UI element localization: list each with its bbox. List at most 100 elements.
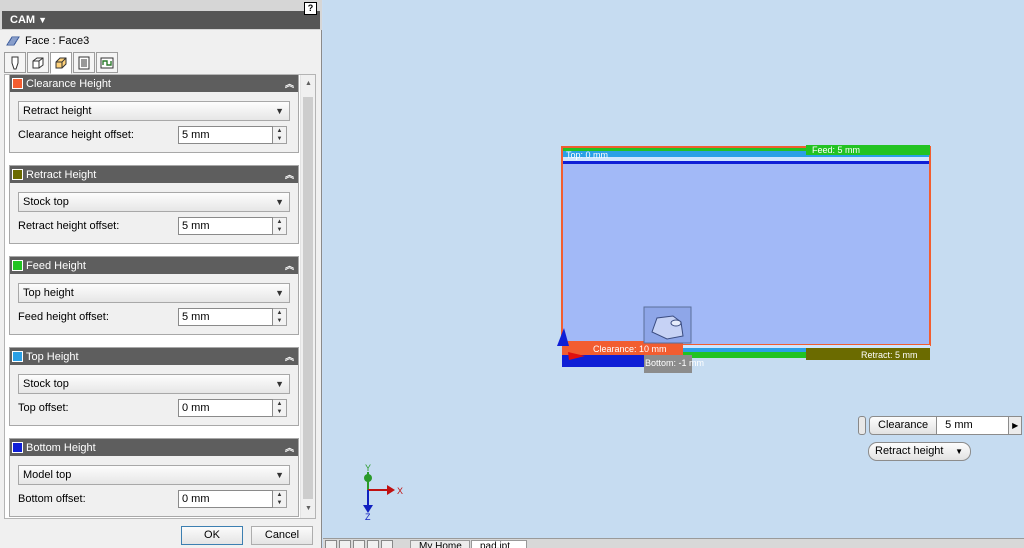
- top-offset-row: Top offset: 0 mm ▲ ▼: [18, 399, 290, 417]
- clearance-offset-row: Clearance height offset: 5 mm ▲ ▼: [18, 126, 290, 144]
- hud-value-input[interactable]: 5 mm: [937, 416, 1010, 435]
- y-axis-handle: [364, 474, 372, 482]
- spinner[interactable]: ▲ ▼: [273, 217, 287, 235]
- geometry-tab[interactable]: [27, 52, 49, 73]
- chevron-down-icon: ▼: [275, 470, 284, 480]
- document-tab-bar: My Home pad.ipt: [323, 538, 1024, 548]
- scroll-thumb[interactable]: [303, 97, 313, 499]
- section-top-height: Top Height ︽ Stock top ▼ Top offset: 0 mm…: [9, 347, 299, 426]
- hud-dropdown-value: Retract height: [875, 445, 944, 457]
- top-offset-input[interactable]: 0 mm: [178, 399, 273, 417]
- retract-offset-input[interactable]: 5 mm: [178, 217, 273, 235]
- bottom-height-label: Bottom: -1 mm: [645, 358, 704, 368]
- feed-color-swatch: [12, 260, 23, 271]
- y-axis-label: Y: [365, 463, 371, 473]
- hud-label[interactable]: Clearance: [869, 416, 938, 435]
- field-label: Retract height offset:: [18, 220, 120, 232]
- section-header[interactable]: Bottom Height ︽: [10, 439, 298, 456]
- section-title: Retract Height: [26, 168, 97, 181]
- clearance-color-swatch: [12, 78, 23, 89]
- help-icon[interactable]: ?: [304, 2, 317, 15]
- bottom-from-select[interactable]: Model top ▼: [18, 465, 290, 485]
- scroll-up-icon[interactable]: ▲: [301, 77, 315, 91]
- select-value: Stock top: [23, 196, 69, 208]
- top-from-select[interactable]: Stock top ▼: [18, 374, 290, 394]
- spinner[interactable]: ▲ ▼: [273, 308, 287, 326]
- select-value: Model top: [23, 469, 72, 481]
- face-label: Face : Face3: [25, 35, 90, 47]
- tab-my-home[interactable]: My Home: [410, 540, 470, 548]
- horizontal-view-icon[interactable]: [353, 540, 365, 548]
- field-label: Bottom offset:: [18, 493, 86, 505]
- section-feed-height: Feed Height ︽ Top height ▼ Feed height of…: [9, 256, 299, 335]
- retract-height-label: Retract: 5 mm: [861, 350, 918, 360]
- field-label: Clearance height offset:: [18, 129, 134, 141]
- bottom-height-edge: [562, 161, 930, 164]
- tool-icon: [11, 56, 19, 69]
- section-title: Clearance Height: [26, 77, 111, 90]
- part-hole: [670, 319, 682, 327]
- play-icon[interactable]: ▶: [1009, 416, 1023, 435]
- passes-icon: [78, 56, 90, 69]
- collapse-icon[interactable]: ︽: [285, 350, 294, 363]
- retract-from-select[interactable]: Stock top ▼: [18, 192, 290, 212]
- spinner[interactable]: ▲ ▼: [273, 490, 287, 508]
- heights-tab[interactable]: [50, 52, 72, 74]
- section-header[interactable]: Retract Height ︽: [10, 166, 298, 183]
- tab-pad-ipt[interactable]: pad.ipt: [471, 540, 527, 548]
- cascade-view-icon[interactable]: [339, 540, 351, 548]
- spinner[interactable]: ▲ ▼: [273, 126, 287, 144]
- collapse-icon[interactable]: ︽: [285, 441, 294, 454]
- select-value: Stock top: [23, 378, 69, 390]
- clearance-hud: Clearance 5 mm ▶: [858, 416, 1023, 435]
- section-header[interactable]: Top Height ︽: [10, 348, 298, 365]
- face-icon: [6, 36, 20, 46]
- cancel-button[interactable]: Cancel: [251, 526, 313, 545]
- z-axis-label: Z: [365, 512, 371, 522]
- panel-scrollbar[interactable]: ▲ ▼: [300, 75, 315, 518]
- collapse-icon[interactable]: ︽: [285, 77, 294, 90]
- clearance-from-select[interactable]: Retract height ▼: [18, 101, 290, 121]
- hud-reference-dropdown[interactable]: Retract height ▼: [868, 442, 971, 461]
- section-title: Bottom Height: [26, 441, 96, 454]
- scroll-down-icon[interactable]: ▼: [301, 502, 315, 516]
- feed-from-select[interactable]: Top height ▼: [18, 283, 290, 303]
- collapse-icon[interactable]: ︽: [285, 259, 294, 272]
- top-band-highlight: [562, 157, 930, 161]
- chevron-down-icon: ▼: [275, 379, 284, 389]
- chevron-down-icon: ▼: [955, 447, 963, 456]
- heights-icon: [55, 57, 67, 69]
- up-arrow-icon[interactable]: [381, 540, 393, 548]
- section-header[interactable]: Feed Height ︽: [10, 257, 298, 274]
- ok-button[interactable]: OK: [181, 526, 243, 545]
- cam-panel: CAM ▼ ? Face : Face3 ▲ ▼ Clearance Heigh…: [0, 0, 322, 548]
- panel-tabs: [4, 52, 118, 74]
- top-height-label: Top: 0 mm: [566, 150, 608, 160]
- tile-view-icon[interactable]: [325, 540, 337, 548]
- linking-tab[interactable]: [96, 52, 118, 73]
- collapse-icon[interactable]: ︽: [285, 168, 294, 181]
- section-header[interactable]: Clearance Height ︽: [10, 75, 298, 92]
- x-axis-label: X: [397, 486, 403, 496]
- bottom-color-swatch: [12, 442, 23, 453]
- spinner[interactable]: ▲ ▼: [273, 399, 287, 417]
- select-value: Retract height: [23, 105, 92, 117]
- clearance-offset-input[interactable]: 5 mm: [178, 126, 273, 144]
- vertical-view-icon[interactable]: [367, 540, 379, 548]
- bottom-offset-input[interactable]: 0 mm: [178, 490, 273, 508]
- top-color-swatch: [12, 351, 23, 362]
- feed-offset-input[interactable]: 5 mm: [178, 308, 273, 326]
- chevron-down-icon[interactable]: ▼: [38, 11, 47, 29]
- panel-title: CAM: [10, 14, 36, 26]
- chevron-down-icon: ▼: [275, 106, 284, 116]
- passes-tab[interactable]: [73, 52, 95, 73]
- heights-content: ▲ ▼ Clearance Height ︽ Retract height ▼ C…: [4, 74, 316, 519]
- chevron-down-icon: ▼: [275, 197, 284, 207]
- tool-tab[interactable]: [4, 52, 26, 73]
- section-title: Top Height: [26, 350, 79, 363]
- panel-header[interactable]: CAM ▼: [2, 11, 320, 29]
- chevron-down-icon: ▼: [275, 288, 284, 298]
- field-label: Top offset:: [18, 402, 69, 414]
- section-clearance-height: Clearance Height ︽ Retract height ▼ Clear…: [9, 75, 299, 153]
- hud-drag-handle[interactable]: [858, 416, 866, 435]
